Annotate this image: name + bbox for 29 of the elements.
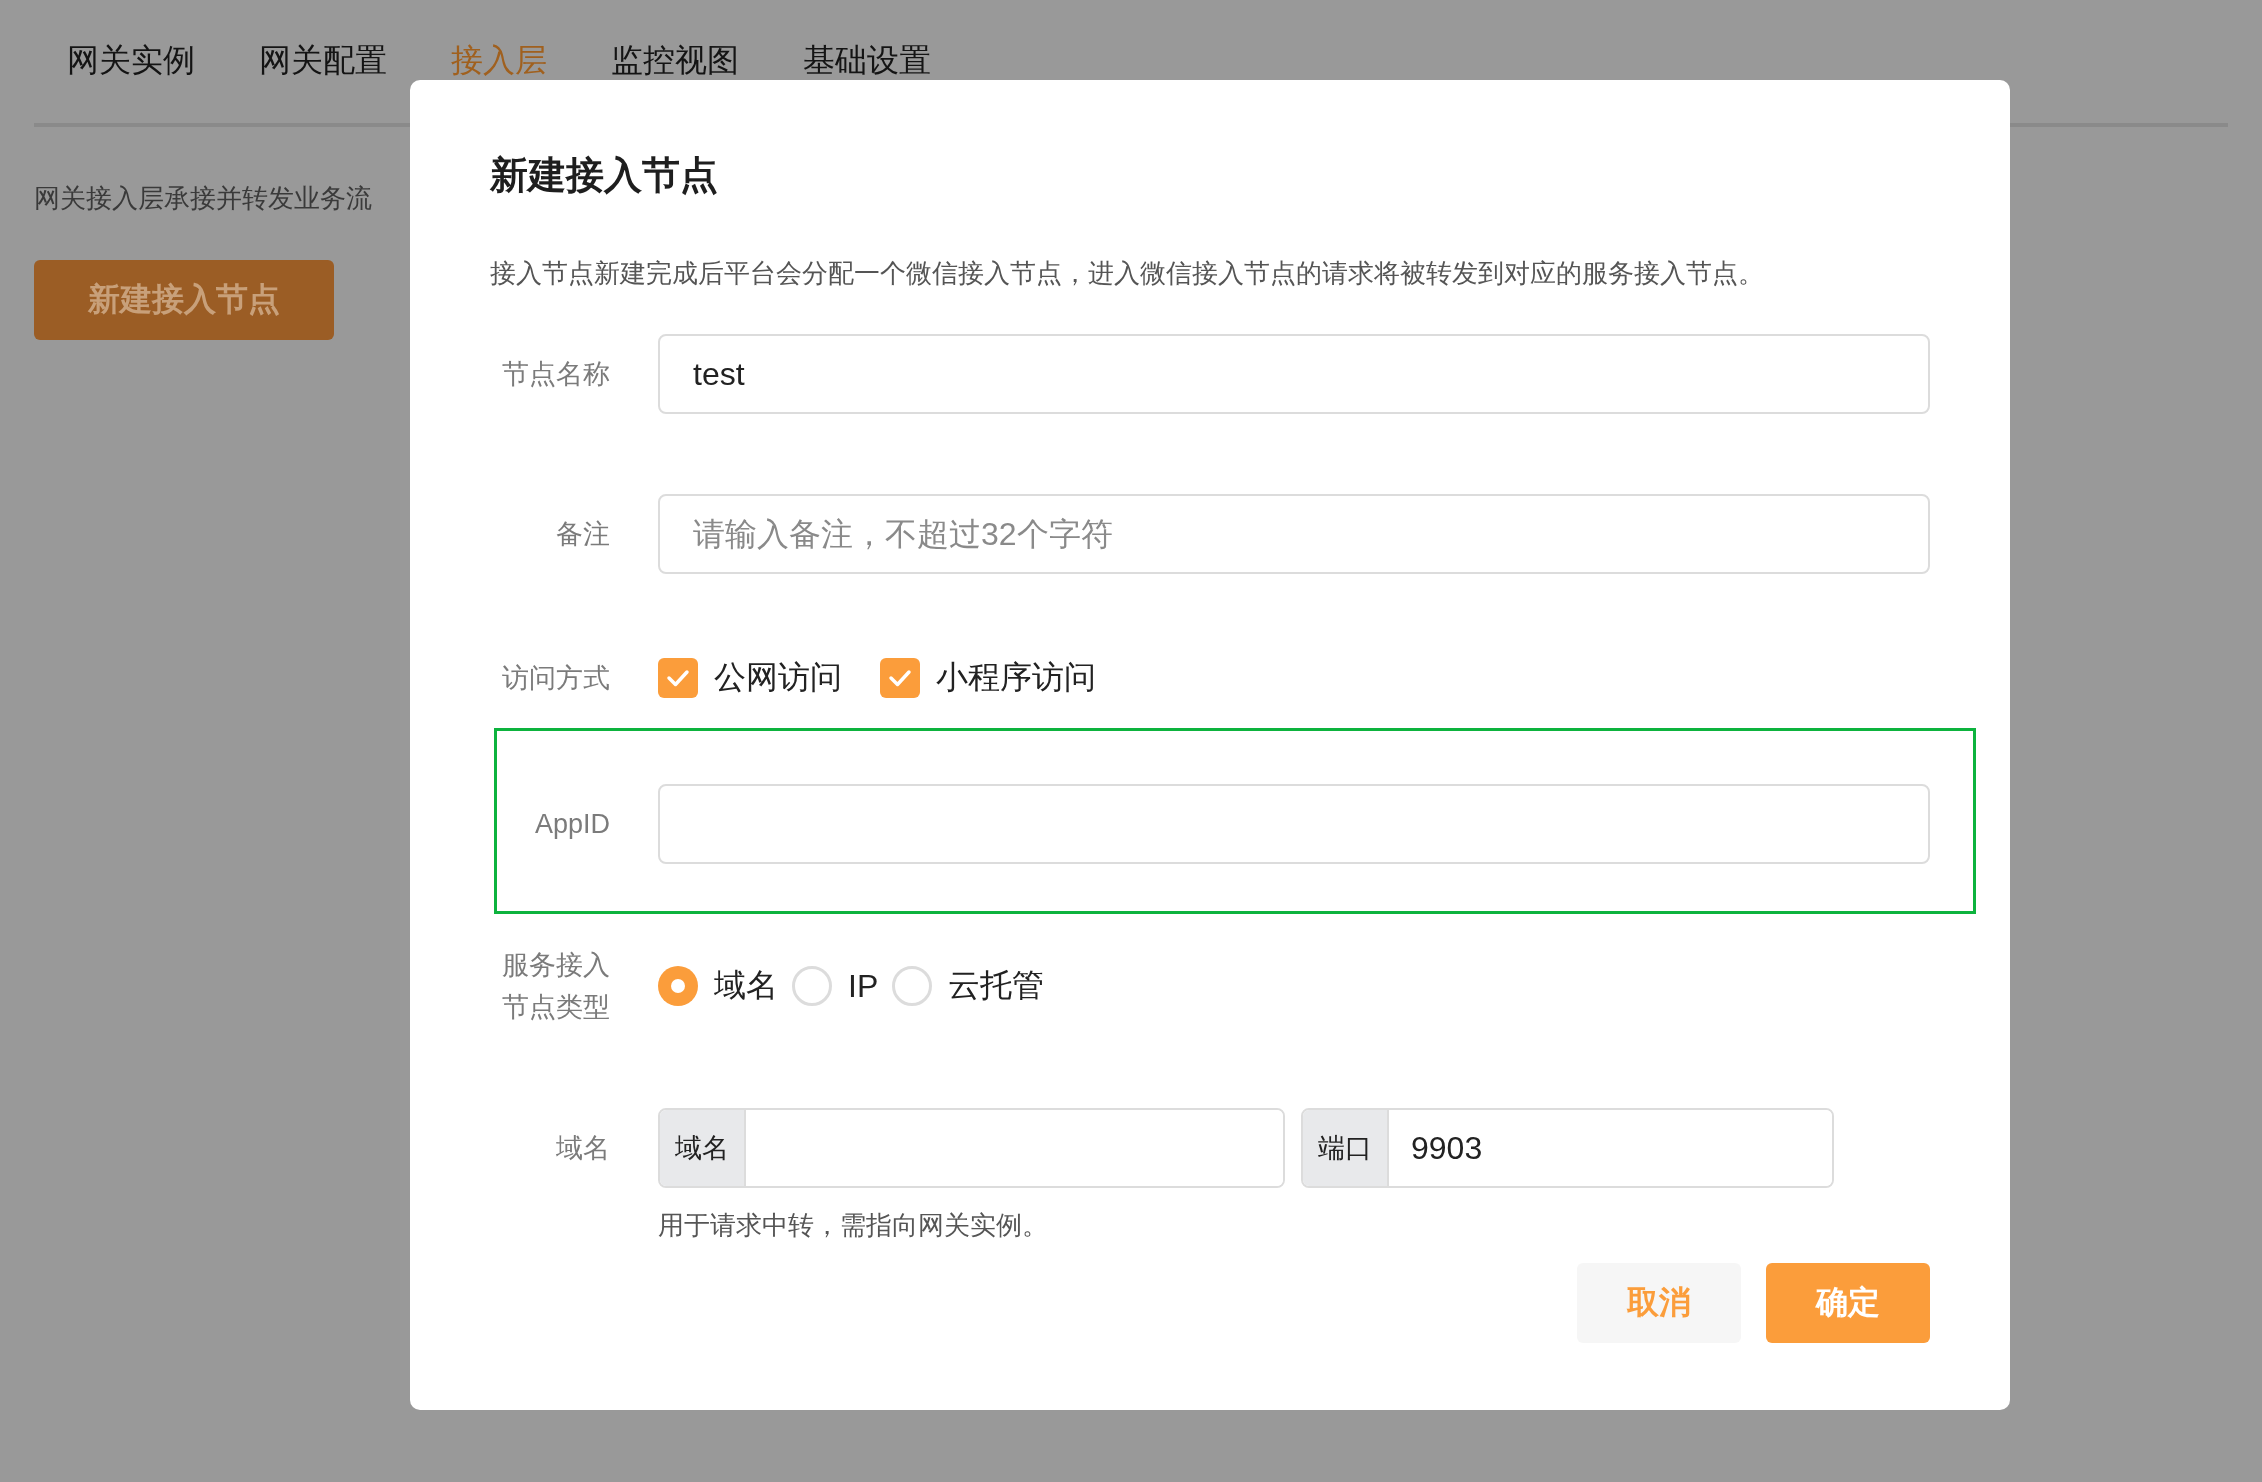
text-input[interactable]: test (658, 334, 1930, 414)
radio-option[interactable]: 域名 (658, 964, 778, 1008)
field-label: 服务接入节点类型 (501, 949, 610, 1024)
radio-option[interactable]: 云托管 (892, 964, 1045, 1008)
field-label: 节点名称 (501, 358, 610, 391)
dialog-description: 接入节点新建完成后平台会分配一个微信接入节点，进入微信接入节点的请求将被转发到对应的服务接入节点。 (490, 257, 1765, 290)
text-input[interactable] (658, 784, 1930, 864)
dialog-title: 新建接入节点 (490, 153, 719, 198)
addon-label: 端口 (1303, 1110, 1389, 1186)
text-input[interactable]: 请输入备注，不超过32个字符 (658, 494, 1930, 574)
page-description: 网关接入层承接并转发业务流 (34, 182, 372, 215)
checkbox-icon[interactable] (658, 658, 698, 698)
input-field[interactable]: 端口 9903 (1301, 1108, 1834, 1188)
radio-icon[interactable] (658, 966, 698, 1006)
nav-tab[interactable]: 网关实例 (67, 30, 195, 123)
field-label: 域名 (555, 1132, 610, 1165)
radio-icon[interactable] (892, 966, 933, 1006)
checkbox-icon[interactable] (880, 658, 920, 698)
field-label: AppID (533, 808, 610, 841)
checkbox-option[interactable]: 公网访问 (658, 656, 842, 700)
field-label: 访问方式 (501, 662, 610, 695)
input-field[interactable]: 域名 (658, 1108, 1285, 1188)
addon-label: 域名 (660, 1110, 746, 1186)
radio-option[interactable]: IP (792, 966, 879, 1006)
hint-text: 用于请求中转，需指向网关实例。 (658, 1209, 1049, 1242)
field-label: 备注 (555, 518, 610, 551)
nav-tab[interactable]: 网关配置 (259, 30, 387, 123)
radio-icon[interactable] (792, 966, 832, 1006)
checkbox-option[interactable]: 小程序访问 (880, 656, 1096, 700)
